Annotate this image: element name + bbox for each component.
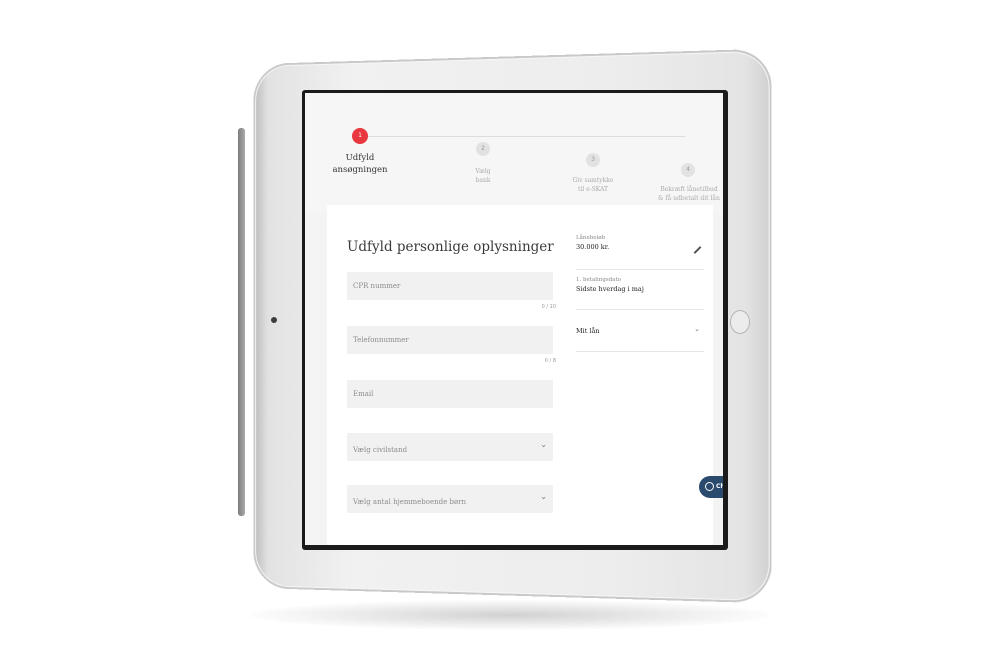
loan-amount-label: Lånebeløb [576,235,606,241]
email-input[interactable]: Email [347,380,553,408]
phone-input[interactable]: Telefonnummer [347,326,553,354]
loan-amount-value: 30.000 kr. [576,243,610,251]
chevron-down-icon: ⌄ [694,325,700,333]
phone-counter: 0 / 8 [544,358,556,364]
step-2-circle: 2 [476,142,490,156]
step-4-circle: 4 [681,163,695,177]
civil-status-placeholder: Vælg civilstand [353,446,408,454]
app-screen: 1 Udfyld ansøgningen 2 Vælg bank 3 Giv sam… [305,93,723,545]
step-3-label: Giv samtykke til e-SKAT [572,177,614,193]
camera-icon [271,317,277,323]
cpr-input[interactable]: CPR nummer [347,272,553,300]
device-shadow [250,600,770,630]
chat-label: Ch [716,483,723,490]
tablet-side-edge [238,128,245,516]
first-payment-value: Sidste hverdag i maj [576,285,644,293]
cpr-counter: 0 / 10 [541,304,556,310]
step-1-label: Udfyld ansøgningen [332,153,388,175]
loan-amount-row[interactable]: Lånebeløb 30.000 kr. [576,235,704,270]
my-loan-row[interactable]: Mit lån ⌄ [576,325,704,352]
first-payment-label: 1. betalingsdato [576,277,621,283]
chat-bubble-icon [705,482,714,491]
step-4-label: Bekræft lånetilbud & få udbetalt dit lån [658,186,720,202]
my-loan-label: Mit lån [576,327,600,335]
civil-status-select[interactable]: Vælg civilstand ⌄ [347,433,553,461]
chevron-down-icon: ⌄ [540,492,547,501]
children-placeholder: Vælg antal hjemmeboende børn [353,498,467,506]
first-payment-row: 1. betalingsdato Sidste hverdag i maj [576,277,704,310]
email-placeholder: Email [353,390,374,398]
home-button[interactable] [730,310,750,334]
application-form-card: Udfyld personlige oplysninger CPR nummer… [327,205,713,545]
step-1-circle: 1 [352,128,368,144]
phone-placeholder: Telefonnummer [353,336,409,344]
chat-button[interactable]: Ch [699,476,723,498]
cpr-placeholder: CPR nummer [353,282,401,290]
stepper-line [367,136,685,137]
step-2-label: Vælg bank [475,168,491,184]
step-3-circle: 3 [586,153,600,167]
chevron-down-icon: ⌄ [540,440,547,449]
children-select[interactable]: Vælg antal hjemmeboende børn ⌄ [347,485,553,513]
form-title: Udfyld personlige oplysninger [347,239,554,255]
progress-stepper: 1 Udfyld ansøgningen 2 Vælg bank 3 Giv sam… [305,93,723,213]
